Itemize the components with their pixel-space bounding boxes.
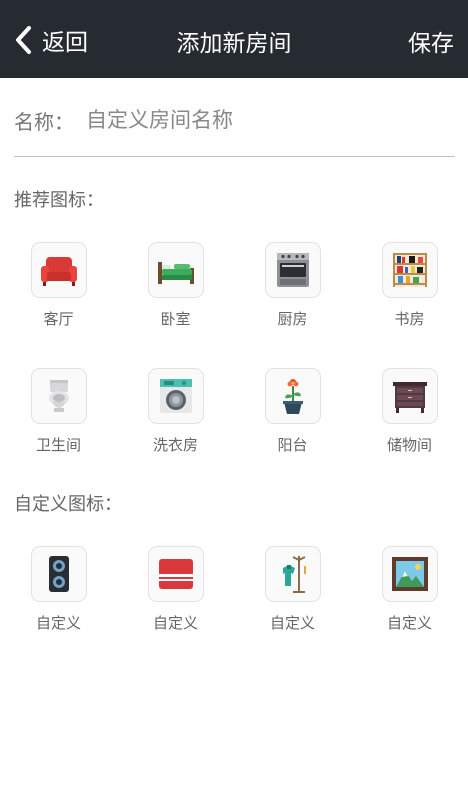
icon-option-label: 卧室: [160, 310, 191, 328]
icon-option-kitchen[interactable]: 厨房: [234, 242, 351, 329]
icon-tile: [264, 368, 321, 424]
icon-tile: [381, 546, 438, 602]
coat-rack-icon: [282, 556, 306, 593]
speaker-icon: [48, 556, 69, 592]
icon-option-bedroom[interactable]: 卧室: [117, 242, 234, 329]
potted-flower-icon: [282, 379, 303, 414]
custom-icon-option-3[interactable]: 自定义: [234, 546, 351, 633]
icon-tile: [381, 368, 438, 424]
icon-option-label: 阳台: [277, 436, 308, 454]
cabinet-icon: [392, 382, 427, 413]
bookshelf-icon: [392, 253, 427, 287]
custom-icon-option-2[interactable]: 自定义: [117, 546, 234, 633]
icon-option-laundry[interactable]: 洗衣房: [117, 368, 234, 455]
custom-icons-title: 自定义图标：: [14, 494, 122, 515]
top-bar: 返回 添加新房间 保存: [0, 0, 468, 78]
icon-option-study[interactable]: 书房: [351, 242, 468, 329]
icon-option-label: 洗衣房: [152, 436, 198, 454]
icon-tile: [147, 546, 204, 602]
icon-tile: [30, 546, 87, 602]
icon-option-label: 自定义: [35, 614, 81, 632]
icon-option-label: 书房: [394, 310, 425, 328]
washing-machine-icon: [159, 379, 192, 413]
icon-tile: [147, 368, 204, 424]
room-name-label: 名称：: [14, 110, 74, 134]
icon-tile: [381, 242, 438, 298]
icon-option-label: 自定义: [386, 614, 432, 632]
recommended-icons-title: 推荐图标：: [14, 190, 104, 211]
icon-option-label: 卫生间: [35, 436, 81, 454]
room-name-row: 名称：: [14, 102, 455, 157]
icon-option-label: 自定义: [152, 614, 198, 632]
picture-frame-icon: [391, 557, 428, 591]
icon-tile: [30, 368, 87, 424]
icon-option-label: 厨房: [277, 310, 308, 328]
custom-icon-option-1[interactable]: 自定义: [0, 546, 117, 633]
save-button[interactable]: 保存: [408, 24, 454, 58]
custom-icon-option-4[interactable]: 自定义: [351, 546, 468, 633]
icon-option-storage[interactable]: 储物间: [351, 368, 468, 455]
bed-icon: [157, 262, 194, 284]
icon-tile: [147, 242, 204, 298]
pillow-icon: [158, 559, 193, 589]
oven-icon: [276, 253, 309, 287]
toilet-icon: [48, 380, 69, 412]
icon-tile: [30, 242, 87, 298]
page-title: 添加新房间: [176, 31, 292, 57]
room-name-input[interactable]: [84, 102, 448, 138]
icon-tile: [264, 546, 321, 602]
icon-option-living-room[interactable]: 客厅: [0, 242, 117, 329]
icon-option-label: 储物间: [386, 436, 432, 454]
icon-option-balcony[interactable]: 阳台: [234, 368, 351, 455]
icon-option-label: 自定义: [269, 614, 315, 632]
icon-option-bathroom[interactable]: 卫生间: [0, 368, 117, 455]
sofa-icon: [40, 257, 77, 286]
icon-tile: [264, 242, 321, 298]
icon-option-label: 客厅: [43, 310, 74, 328]
